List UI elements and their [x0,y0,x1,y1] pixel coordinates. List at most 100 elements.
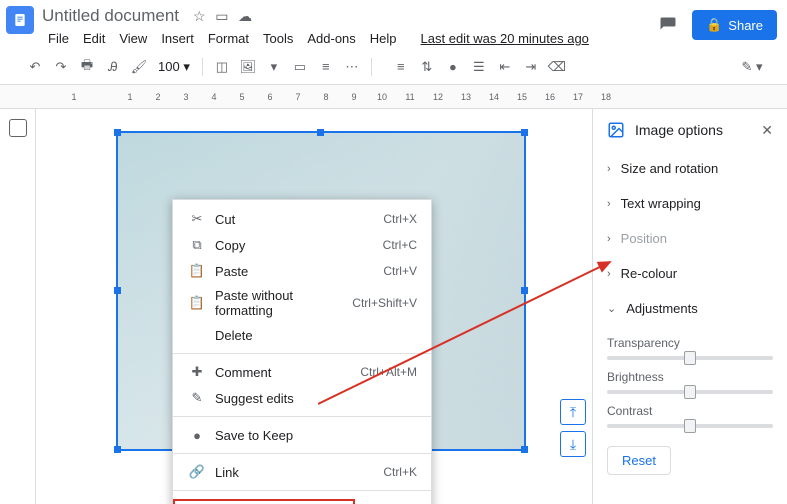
menu-insert[interactable]: Insert [155,28,200,49]
ctx-label: Suggest edits [215,391,417,406]
border-weight-button[interactable]: ≡ [315,56,337,78]
sidebar-section-size-rotation[interactable]: › Size and rotation [593,151,787,186]
ctx-copy[interactable]: ⧉ CopyCtrl+C [173,232,431,258]
open-comments-button[interactable] [656,13,680,37]
image-options-icon [607,121,625,139]
chevron-right-icon: › [607,163,611,175]
move-icon[interactable]: ▭ [215,8,228,24]
ctx-label: Copy [215,238,383,253]
align-button[interactable]: ≡ [390,56,412,78]
menu-help[interactable]: Help [364,28,403,49]
ctx-cut[interactable]: ✂CutCtrl+X [173,206,431,232]
ctx-paste[interactable]: 📋 PasteCtrl+V [173,258,431,284]
undo-button[interactable]: ↶ [24,56,46,78]
menu-file[interactable]: File [42,28,75,49]
image-options-toolbar-button[interactable]: 🖼 [237,56,259,78]
cloud-icon[interactable]: ☁ [238,8,252,24]
menu-format[interactable]: Format [202,28,255,49]
menu-edit[interactable]: Edit [77,28,111,49]
sidebar-section-adjustments[interactable]: ⌄Adjustments [593,291,787,326]
list-bulleted-button[interactable]: ☰ [468,56,490,78]
margin-bottom-button[interactable]: ⤓ [560,431,586,457]
toolbar: ↶ ↷ 🖶 Ꭿ 🖌 100 ▾ ◫ 🖼 ▾ ▭ ≡ ⋯ ≡ ⇅ ⦁ ☰ ⇤ ⇥ … [0,49,787,85]
doc-title[interactable]: Untitled document [42,6,179,26]
margin-top-button[interactable]: ⤒ [560,399,586,425]
star-icon[interactable]: ☆ [193,8,206,24]
resize-handle[interactable] [114,129,121,136]
ctx-label: Link [215,465,383,480]
ctx-label: Paste [215,264,383,279]
suggest-icon: ✎ [187,390,207,406]
ctx-comment[interactable]: ✚CommentCtrl+Alt+M [173,359,431,385]
resize-handle[interactable] [521,446,528,453]
list-numbered-button[interactable]: ⦁ [442,56,464,78]
indent-increase-button[interactable]: ⇥ [520,56,542,78]
ctx-label: Save to Keep [215,428,417,443]
crop-button[interactable]: ◫ [211,56,233,78]
resize-handle[interactable] [521,129,528,136]
transparency-label: Transparency [607,336,773,350]
spellcheck-button[interactable]: Ꭿ [102,56,124,78]
canvas[interactable]: ⤒ ⤓ ✂CutCtrl+X ⧉ CopyCtrl+C 📋 PasteCtrl+V 📋 Pa… [36,109,592,504]
sidebar-section-recolour[interactable]: ›Re-colour [593,256,787,291]
border-color-button[interactable]: ▭ [289,56,311,78]
ctx-label: Delete [215,328,417,343]
line-spacing-button[interactable]: ⇅ [416,56,438,78]
menu-tools[interactable]: Tools [257,28,299,49]
copy-icon: ⧉ [187,237,207,253]
zoom-select[interactable]: 100 ▾ [154,59,194,75]
reset-adjustments-button[interactable]: Reset [607,446,671,475]
last-edit[interactable]: Last edit was 20 minutes ago [415,28,595,49]
ctx-paste-no-fmt[interactable]: 📋 Paste without formattingCtrl+Shift+V [173,284,431,322]
ctx-save-keep[interactable]: ●Save to Keep [173,422,431,448]
chevron-right-icon: › [607,233,611,245]
ruler[interactable]: 1123456789101112131415161718 [0,85,787,109]
resize-handle[interactable] [317,129,324,136]
resize-handle[interactable] [114,287,121,294]
paint-format-button[interactable]: 🖌 [128,56,150,78]
contrast-label: Contrast [607,404,773,418]
redo-button[interactable]: ↷ [50,56,72,78]
ctx-shortcut: Ctrl+C [383,238,417,252]
border-dash-button[interactable]: ⋯ [341,56,363,78]
sidebar-section-text-wrapping[interactable]: ›Text wrapping [593,186,787,221]
context-menu: ✂CutCtrl+X ⧉ CopyCtrl+C 📋 PasteCtrl+V 📋 Paste … [172,199,432,504]
lock-icon: 🔒 [706,17,722,33]
resize-handle[interactable] [114,446,121,453]
share-button[interactable]: 🔒 Share [692,10,777,40]
ctx-label: Comment [215,365,360,380]
docs-logo[interactable] [6,6,34,34]
outline-icon[interactable] [9,119,27,137]
clear-format-button[interactable]: ⌫ [546,56,568,78]
slider-thumb[interactable] [684,385,696,399]
resize-handle[interactable] [521,287,528,294]
ctx-suggest[interactable]: ✎ Suggest edits [173,385,431,411]
section-label: Size and rotation [621,161,719,176]
ctx-label: Paste without formatting [215,288,352,318]
ctx-delete[interactable]: Delete [173,322,431,348]
section-label: Re-colour [621,266,677,281]
transparency-slider[interactable] [607,356,773,360]
replace-image-toolbar-button[interactable]: ▾ [263,56,285,78]
menu-view[interactable]: View [113,28,153,49]
sidebar-title: Image options [635,122,751,138]
close-sidebar-button[interactable]: ✕ [761,122,773,139]
editing-mode-button[interactable]: ✎ ▾ [741,56,763,78]
chevron-right-icon: › [607,198,611,210]
contrast-slider[interactable] [607,424,773,428]
slider-thumb[interactable] [684,351,696,365]
menu-addons[interactable]: Add-ons [301,28,361,49]
indent-decrease-button[interactable]: ⇤ [494,56,516,78]
ctx-shortcut: Ctrl+Shift+V [352,296,417,310]
cut-icon: ✂ [187,211,207,227]
print-button[interactable]: 🖶 [76,56,98,78]
slider-thumb[interactable] [684,419,696,433]
section-label: Adjustments [626,301,698,316]
comment-icon: ✚ [187,364,207,380]
paste-icon: 📋 [187,263,207,279]
paste-no-fmt-icon: 📋 [187,295,207,311]
brightness-slider[interactable] [607,390,773,394]
ctx-shortcut: Ctrl+K [383,465,417,479]
ctx-link[interactable]: 🔗LinkCtrl+K [173,459,431,485]
ctx-shortcut: Ctrl+V [383,264,417,278]
